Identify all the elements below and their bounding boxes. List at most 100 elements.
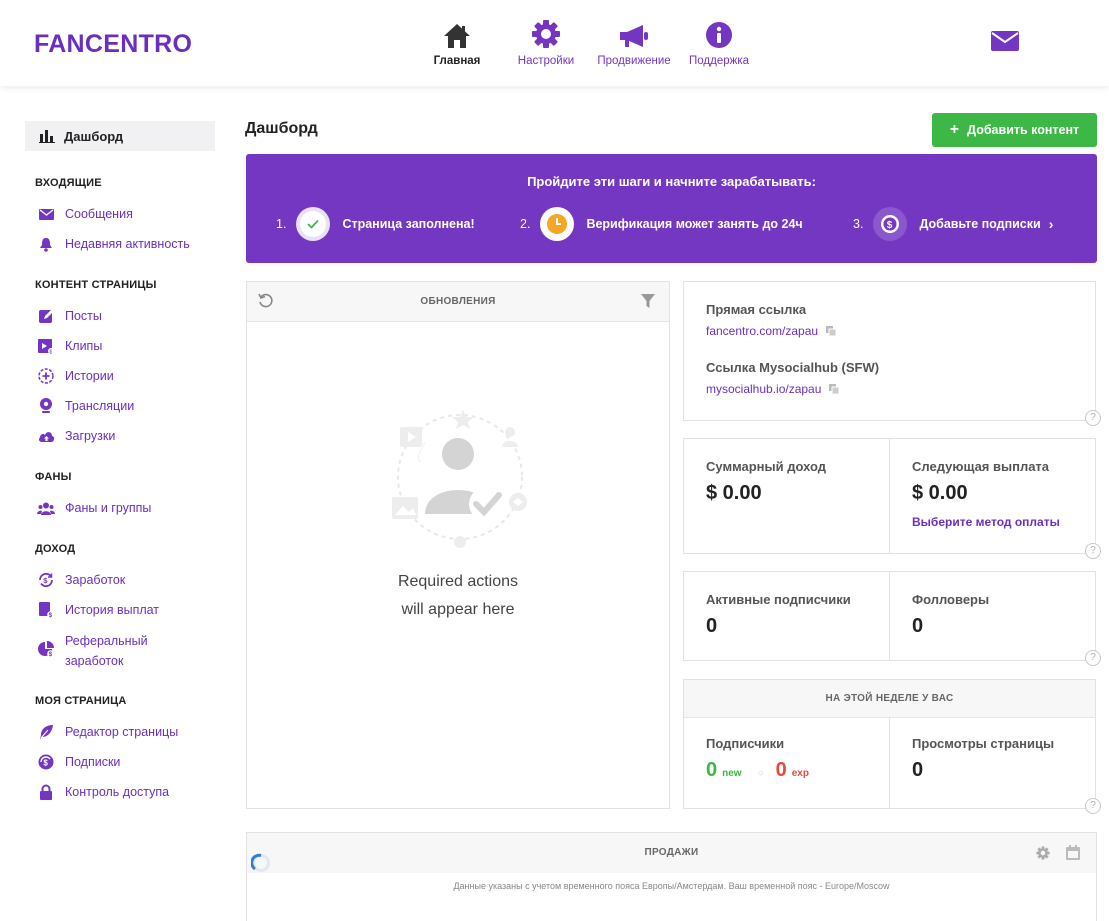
- logo[interactable]: FANCENTRO: [34, 30, 192, 59]
- nav-support-label: Поддержка: [689, 55, 749, 67]
- step-label: Страница заполнена!: [342, 217, 475, 231]
- choose-payment-method-link[interactable]: Выберите метод оплаты: [912, 515, 1075, 529]
- dollar-coin-icon: $: [873, 207, 908, 241]
- sidebar-item-messages[interactable]: Сообщения: [37, 205, 215, 223]
- sidebar-item-fans-groups[interactable]: Фаны и группы: [37, 499, 215, 517]
- onboarding-banner: Пройдите эти шаги и начните зарабатывать…: [246, 154, 1097, 263]
- expired-subscribers-label: exp: [791, 768, 809, 779]
- direct-link-label: Прямая ссылка: [706, 302, 807, 317]
- updates-title: ОБНОВЛЕНИЯ: [420, 296, 496, 307]
- total-income: Суммарный доход $ 0.00: [684, 439, 889, 553]
- links-panel: Прямая ссылка fancentro.com/zapau Ссылка…: [683, 281, 1101, 426]
- sidebar-item-dashboard[interactable]: Дашборд: [25, 121, 215, 151]
- sidebar-item-posts[interactable]: Посты: [37, 307, 215, 325]
- sfw-link[interactable]: mysocialhub.io/zapau: [706, 382, 1073, 396]
- this-week-panel: НА ЭТОЙ НЕДЕЛЕ У ВАС Подписчики 0 new ○ …: [683, 679, 1101, 814]
- empty-state-illustration: [392, 410, 527, 548]
- week-subscribers-values: 0 new ○ 0 exp: [706, 759, 867, 782]
- audience-panel: Активные подписчики 0 Фолловеры 0 ?: [683, 571, 1101, 666]
- bar-chart-icon: [39, 130, 55, 143]
- direct-link[interactable]: fancentro.com/zapau: [706, 324, 1073, 338]
- updates-panel: ОБНОВЛЕНИЯ Required actions will appear …: [246, 281, 670, 809]
- megaphone-icon: [620, 25, 648, 47]
- settings-gear-icon[interactable]: [1036, 846, 1050, 860]
- chevron-right-icon: ›: [1048, 216, 1054, 232]
- sidebar-item-page-editor[interactable]: Редактор страницы: [37, 723, 215, 741]
- sidebar-item-broadcasts[interactable]: Трансляции: [37, 397, 215, 415]
- sidebar-item-subscriptions[interactable]: $ Подписки: [37, 753, 215, 771]
- add-content-button[interactable]: + Добавить контент: [932, 113, 1097, 147]
- step-page-complete[interactable]: 1. Страница заполнена!: [276, 207, 475, 241]
- next-payout-value: $ 0.00: [912, 482, 968, 504]
- help-icon[interactable]: ?: [1085, 650, 1101, 666]
- sidebar-item-earnings[interactable]: $ Заработок: [37, 571, 215, 589]
- this-week-title: НА ЭТОЙ НЕДЕЛЕ У ВАС: [684, 680, 1095, 718]
- sales-header: ПРОДАЖИ: [247, 833, 1096, 873]
- empty-state-text: Required actions will appear here: [247, 568, 669, 624]
- direct-link-url[interactable]: fancentro.com/zapau: [706, 324, 818, 338]
- help-icon[interactable]: ?: [1085, 543, 1101, 559]
- sidebar-item-label: Дашборд: [64, 128, 124, 144]
- nav-support[interactable]: Поддержка: [684, 17, 754, 67]
- expired-subscribers-value: 0: [775, 759, 787, 781]
- step-number: 1.: [276, 217, 287, 231]
- sidebar-section-inbox: ВХОДЯЩИЕ: [35, 177, 102, 189]
- new-subscribers-value: 0: [706, 759, 718, 781]
- sales-panel: ПРОДАЖИ Данные указаны с учетом временно…: [246, 832, 1097, 921]
- top-bar: FANCENTRO Главная Настройки Продвижение …: [0, 0, 1109, 86]
- sidebar-item-label: Истории: [65, 369, 114, 383]
- sidebar-section-my-page: МОЯ СТРАНИЦА: [35, 695, 127, 707]
- nav-promotion[interactable]: Продвижение: [590, 17, 678, 67]
- copy-icon[interactable]: [829, 383, 840, 395]
- users-icon: [37, 502, 55, 515]
- sidebar-item-stories[interactable]: Истории: [37, 367, 215, 385]
- sidebar-item-payout-history[interactable]: $ История выплат: [37, 601, 215, 619]
- sidebar-item-label: История выплат: [65, 603, 160, 617]
- sidebar-item-recent-activity[interactable]: Недавняя активность: [37, 235, 215, 253]
- nav-settings-label: Настройки: [517, 55, 575, 67]
- step-add-subscriptions[interactable]: 3. $ Добавьте подписки ›: [853, 207, 1053, 241]
- sidebar-item-label: Фаны и группы: [65, 501, 152, 515]
- followers-value: 0: [912, 615, 924, 637]
- upload-cloud-icon: [38, 431, 54, 442]
- sidebar: Дашборд ВХОДЯЩИЕ Сообщения Недавняя акти…: [25, 121, 215, 801]
- sfw-link-label: Ссылка Mysocialhub (SFW): [706, 360, 880, 375]
- messages-button[interactable]: [990, 30, 1020, 57]
- help-icon[interactable]: ?: [1085, 798, 1101, 814]
- nav-promotion-label: Продвижение: [597, 55, 671, 67]
- sidebar-item-label: Посты: [65, 309, 102, 323]
- calendar-icon[interactable]: [1066, 845, 1080, 860]
- step-verification[interactable]: 2. Верификация может занять до 24ч: [520, 207, 803, 241]
- loading-spinner-icon: [251, 853, 270, 872]
- payout-history-icon: $: [39, 602, 54, 618]
- step-label: Верификация может занять до 24ч: [586, 217, 803, 231]
- total-income-value: $ 0.00: [706, 482, 762, 504]
- earnings-icon: $: [39, 572, 53, 588]
- lock-icon: [40, 784, 52, 800]
- next-payout: Следующая выплата $ 0.00 Выберите метод …: [889, 439, 1097, 553]
- sidebar-item-access-control[interactable]: Контроль доступа: [37, 783, 215, 801]
- filter-icon[interactable]: [641, 294, 655, 313]
- sidebar-item-clips[interactable]: $ Клипы: [37, 337, 215, 355]
- svg-text:$: $: [49, 349, 52, 354]
- income-panel: Суммарный доход $ 0.00 Следующая выплата…: [683, 438, 1101, 559]
- sidebar-item-label: Контроль доступа: [65, 785, 170, 799]
- next-payout-label: Следующая выплата: [912, 459, 1050, 474]
- svg-text:$: $: [43, 759, 48, 768]
- clock-icon: [540, 207, 575, 241]
- sidebar-item-label: Сообщения: [65, 207, 133, 221]
- step-label: Добавьте подписки: [919, 217, 1041, 231]
- sidebar-item-uploads[interactable]: Загрузки: [37, 427, 215, 445]
- broadcast-icon: [40, 398, 52, 413]
- nav-settings[interactable]: Настройки: [512, 17, 580, 67]
- nav-home[interactable]: Главная: [428, 17, 486, 67]
- week-subscribers-label: Подписчики: [706, 736, 785, 751]
- sfw-link-url[interactable]: mysocialhub.io/zapau: [706, 382, 821, 396]
- help-icon[interactable]: ?: [1085, 410, 1101, 426]
- envelope-icon: [38, 208, 54, 220]
- sidebar-item-referral-earnings[interactable]: $ Реферальный заработок: [37, 631, 215, 671]
- copy-icon[interactable]: [826, 325, 837, 337]
- active-subscribers: Активные подписчики 0: [684, 572, 889, 660]
- svg-text:$: $: [887, 220, 893, 231]
- referral-icon: $: [38, 641, 54, 657]
